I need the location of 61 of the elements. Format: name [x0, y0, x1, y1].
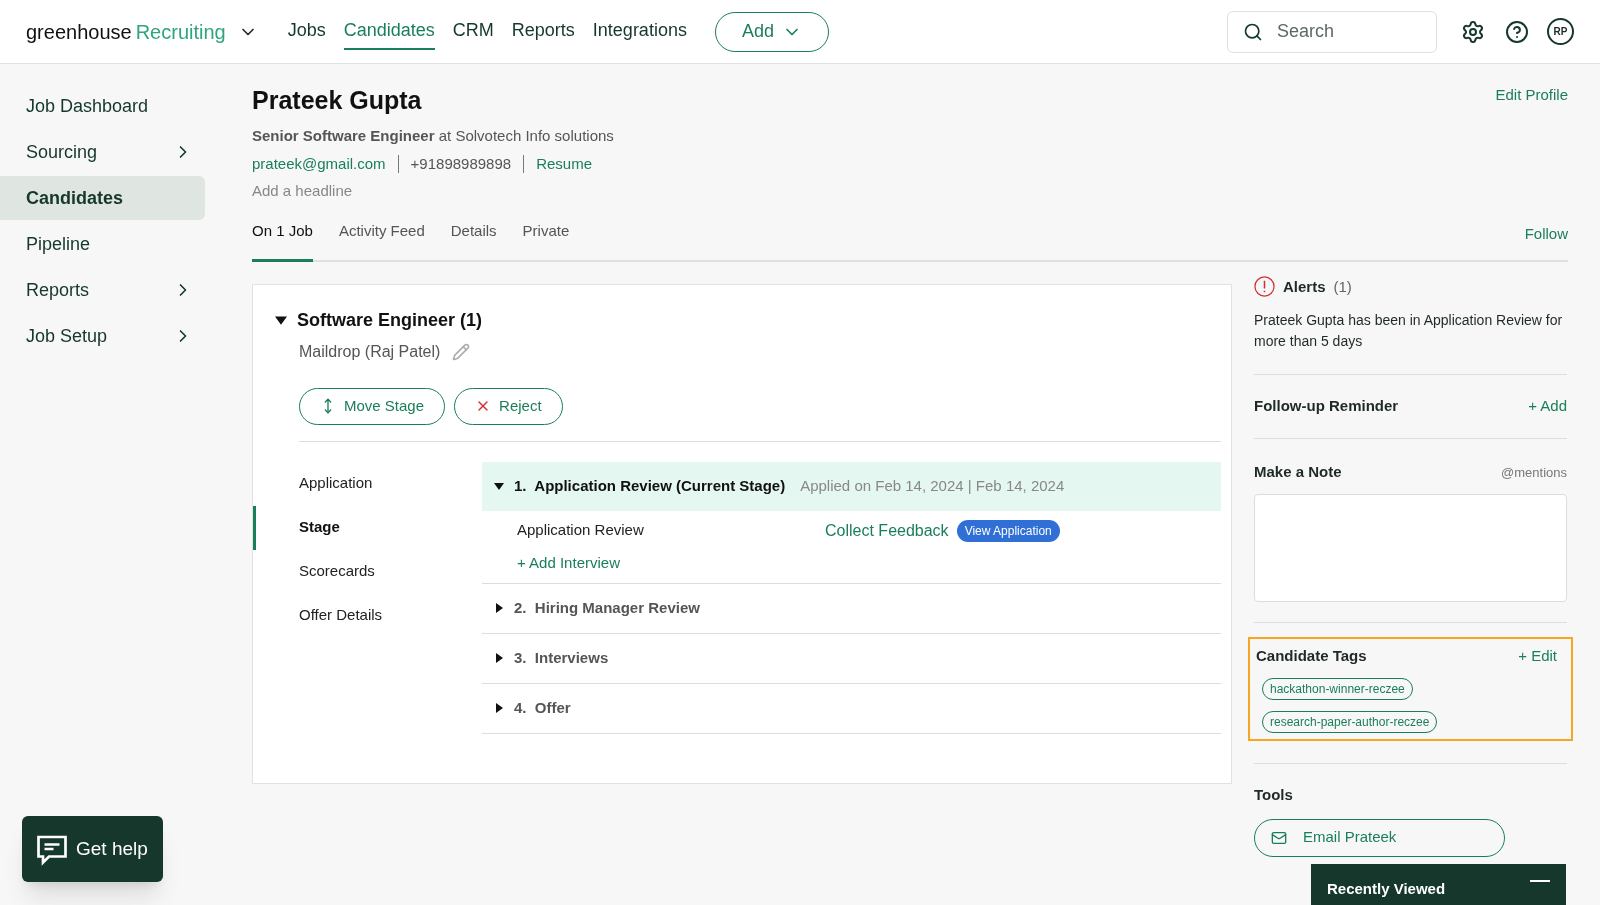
caret-icon	[494, 653, 504, 663]
search-field[interactable]: Search	[1227, 10, 1437, 53]
section-link[interactable]: Application	[253, 461, 482, 506]
sidebar-item[interactable]: Pipeline	[0, 222, 205, 266]
stage-header[interactable]: 1. Application Review (Current Stage) Applied on Feb 14, 2024 | Feb 14, 2024	[482, 461, 1221, 511]
nav-link[interactable]: Jobs	[287, 13, 326, 50]
sidebar-item[interactable]: Job Setup	[0, 314, 205, 358]
help-icon[interactable]	[1505, 19, 1529, 44]
sidebar-item[interactable]: Reports	[0, 268, 205, 312]
section-title: Tools	[1254, 785, 1294, 805]
follow-link[interactable]: Follow	[1524, 223, 1568, 260]
alerts-count: (1)	[1333, 276, 1352, 297]
edit-tags-link[interactable]: + Edit	[1518, 644, 1557, 667]
candidate-headline: Senior Software Engineer at Solvotech Info solutions	[252, 125, 614, 146]
job-source: Maildrop (Raj Patel)	[299, 341, 441, 362]
resume-link[interactable]: Resume	[536, 153, 592, 176]
get-help-button[interactable]: Get help	[22, 816, 163, 882]
collect-feedback-link[interactable]: Collect Feedback	[825, 518, 949, 543]
mentions-hint: @mentions	[1501, 463, 1567, 482]
note-field[interactable]	[1254, 493, 1567, 602]
add-interview-link[interactable]: + Add Interview	[517, 553, 620, 571]
recently-viewed-toast[interactable]: Recently Viewed	[1311, 864, 1566, 905]
email-link[interactable]: prateek@gmail.com	[252, 153, 386, 176]
sidebar-item[interactable]: Job Dashboard	[0, 84, 205, 128]
alerts-title: Alerts	[1283, 276, 1326, 297]
tab[interactable]: Details	[450, 220, 497, 262]
section-link[interactable]: Offer Details	[253, 593, 482, 638]
section-title: Follow-up Reminder	[1254, 396, 1399, 417]
tab[interactable]: Private	[522, 220, 570, 262]
phone-number: +91898989898	[410, 154, 512, 174]
tab[interactable]: Activity Feed	[338, 220, 425, 262]
candidate-name: Prateek Gupta	[252, 85, 423, 116]
sidebar-item[interactable]: Sourcing	[0, 130, 205, 174]
envelope-icon	[1271, 829, 1287, 846]
caret-icon	[494, 703, 504, 713]
caret-icon[interactable]	[275, 314, 287, 326]
edit-profile-link[interactable]: Edit Profile	[1495, 84, 1568, 202]
job-title: Software Engineer (1)	[297, 308, 483, 332]
stage-header[interactable]: 2. Hiring Manager Review	[482, 583, 1221, 633]
nav-link[interactable]: Candidates	[343, 13, 435, 50]
search-icon	[1243, 21, 1263, 42]
section-title: Make a Note	[1254, 462, 1342, 482]
stage-header[interactable]: 3. Interviews	[482, 633, 1221, 683]
sidebar-item[interactable]: Candidates	[0, 176, 205, 220]
alert-icon	[1254, 276, 1275, 298]
logo[interactable]: greenhouse Recruiting	[26, 16, 258, 47]
tab[interactable]: On 1 Job	[252, 220, 313, 262]
caret-icon	[494, 481, 504, 491]
view-application-badge[interactable]: View Application	[956, 519, 1060, 542]
stage-header[interactable]: 4. Offer	[482, 683, 1221, 733]
nav-link[interactable]: CRM	[452, 13, 494, 50]
nav-link[interactable]: Reports	[511, 13, 575, 50]
nav-link[interactable]: Integrations	[592, 13, 687, 50]
add-reminder-link[interactable]: + Add	[1528, 395, 1567, 418]
avatar[interactable]: RP	[1547, 18, 1574, 45]
interview-name: Application Review	[517, 520, 645, 541]
section-link[interactable]: Scorecards	[253, 549, 482, 594]
section-title: Candidate Tags	[1256, 645, 1367, 666]
settings-icon[interactable]	[1461, 19, 1485, 44]
caret-icon	[494, 603, 504, 613]
alert-message: Prateek Gupta has been in Application Review for more than 5 days	[1254, 311, 1564, 351]
